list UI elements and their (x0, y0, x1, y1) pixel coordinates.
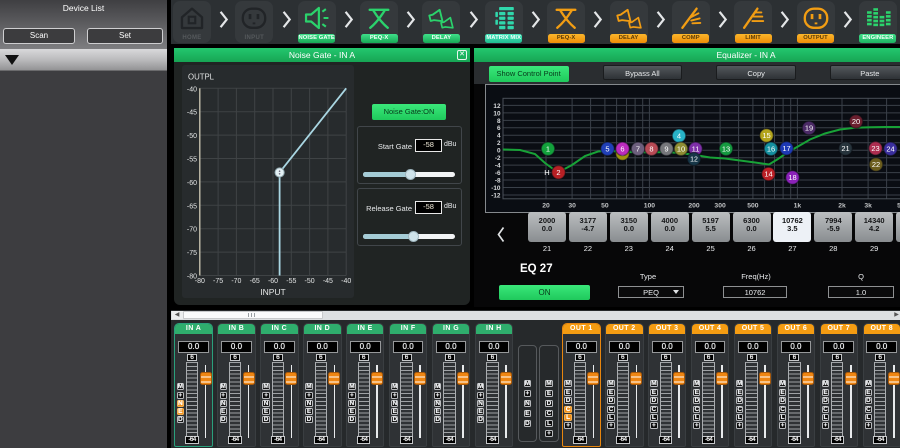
svg-text:200: 200 (688, 203, 700, 210)
svg-text:20: 20 (852, 117, 860, 126)
svg-text:-50: -50 (305, 278, 315, 285)
svg-text:-70: -70 (231, 278, 241, 285)
svg-text:2: 2 (556, 168, 560, 177)
svg-text:20: 20 (542, 203, 550, 210)
svg-text:19: 19 (805, 124, 813, 133)
svg-text:-2: -2 (495, 155, 501, 162)
svg-text:-40: -40 (341, 278, 351, 285)
svg-text:17: 17 (782, 144, 790, 153)
svg-text:6: 6 (497, 125, 501, 132)
svg-text:H: H (544, 168, 549, 177)
svg-text:-55: -55 (187, 157, 197, 164)
svg-text:9: 9 (664, 144, 668, 153)
svg-text:6: 6 (620, 144, 624, 153)
svg-text:-65: -65 (250, 278, 260, 285)
svg-text:21: 21 (841, 144, 849, 153)
svg-text:5: 5 (605, 144, 609, 153)
svg-text:-65: -65 (187, 203, 197, 210)
svg-text:-45: -45 (323, 278, 333, 285)
svg-text:-55: -55 (286, 278, 296, 285)
svg-text:-40: -40 (187, 86, 197, 93)
svg-text:4: 4 (677, 131, 681, 140)
svg-text:0: 0 (497, 148, 501, 155)
svg-text:300: 300 (714, 203, 726, 210)
svg-text:-80: -80 (195, 278, 205, 285)
svg-text:-6: -6 (495, 170, 501, 177)
svg-text:12: 12 (690, 157, 698, 164)
svg-text:23: 23 (871, 144, 879, 153)
svg-text:50: 50 (601, 203, 609, 210)
svg-text:1k: 1k (794, 203, 802, 210)
svg-text:10: 10 (493, 110, 501, 117)
svg-text:-75: -75 (187, 250, 197, 257)
svg-text:1: 1 (546, 144, 550, 153)
svg-text:14: 14 (764, 170, 772, 179)
svg-text:-45: -45 (187, 110, 197, 117)
svg-text:16: 16 (767, 144, 775, 153)
svg-text:8: 8 (649, 144, 653, 153)
svg-text:-8: -8 (495, 177, 501, 184)
svg-text:500: 500 (747, 203, 759, 210)
svg-text:-50: -50 (187, 133, 197, 140)
svg-text:7: 7 (636, 144, 640, 153)
svg-text:OUTPL: OUTPL (188, 73, 215, 82)
svg-text:4: 4 (497, 133, 501, 140)
svg-text:10: 10 (677, 144, 685, 153)
svg-text:-60: -60 (268, 278, 278, 285)
svg-text:-10: -10 (491, 185, 501, 192)
svg-text:-75: -75 (213, 278, 223, 285)
svg-text:30: 30 (568, 203, 576, 210)
svg-text:18: 18 (788, 173, 796, 182)
svg-text:15: 15 (762, 131, 770, 140)
svg-text:INPUT: INPUT (260, 287, 286, 297)
svg-text:24: 24 (886, 144, 894, 153)
svg-text:3k: 3k (864, 203, 872, 210)
svg-text:-12: -12 (491, 192, 501, 199)
svg-text:13: 13 (722, 144, 730, 153)
svg-text:8: 8 (497, 118, 501, 125)
svg-text:-4: -4 (495, 163, 501, 170)
svg-text:-70: -70 (187, 227, 197, 234)
svg-text:100: 100 (644, 203, 656, 210)
svg-text:2k: 2k (838, 203, 846, 210)
svg-text:2: 2 (497, 140, 501, 147)
svg-text:22: 22 (872, 160, 880, 169)
svg-text:12: 12 (493, 103, 501, 110)
svg-text:-60: -60 (187, 180, 197, 187)
